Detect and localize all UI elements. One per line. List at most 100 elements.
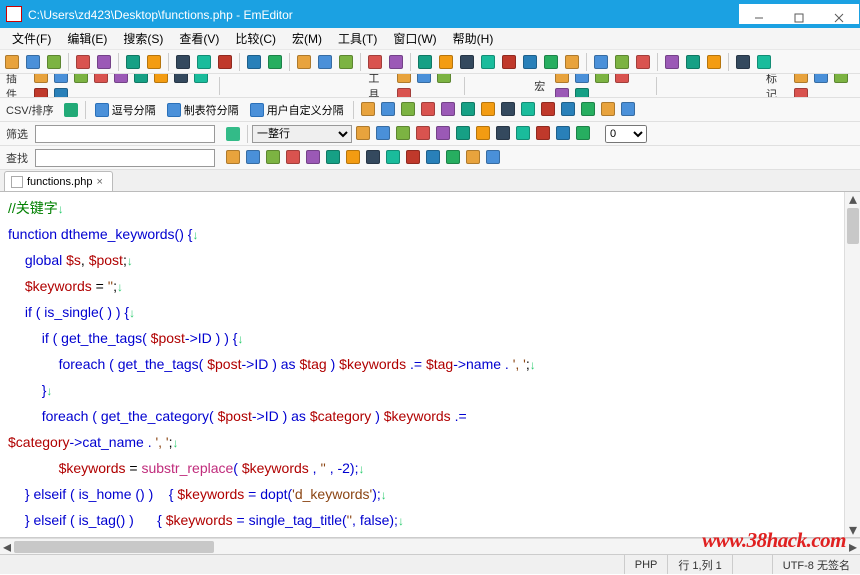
sort-s10-icon[interactable] bbox=[539, 100, 557, 118]
scroll-down-icon[interactable]: ▾ bbox=[845, 523, 860, 537]
main-open-icon[interactable] bbox=[45, 53, 63, 71]
filteropt-regex-icon[interactable] bbox=[394, 124, 412, 142]
menu-compare[interactable]: 比较(C) bbox=[227, 28, 284, 49]
main-play-step-icon[interactable] bbox=[734, 53, 752, 71]
find-go-icon[interactable] bbox=[224, 148, 242, 166]
main-find-prev-icon[interactable] bbox=[316, 53, 334, 71]
scroll-thumb-h[interactable] bbox=[14, 541, 214, 553]
sort-s11-icon[interactable] bbox=[559, 100, 577, 118]
sort-s3-icon[interactable] bbox=[399, 100, 417, 118]
main-play-icon[interactable] bbox=[705, 53, 723, 71]
tool-cmd-icon[interactable] bbox=[435, 74, 453, 85]
plugin-p10-icon[interactable] bbox=[32, 86, 50, 99]
close-button[interactable] bbox=[819, 4, 859, 32]
main-arrow-icon[interactable] bbox=[563, 53, 581, 71]
tool-ie-icon[interactable] bbox=[395, 74, 413, 85]
filter-go-icon[interactable] bbox=[224, 125, 242, 143]
main-save-icon[interactable] bbox=[74, 53, 92, 71]
scroll-up-icon[interactable]: ▴ bbox=[845, 192, 860, 206]
find-bulb-icon[interactable] bbox=[304, 148, 322, 166]
main-win3-icon[interactable] bbox=[437, 53, 455, 71]
filteropt-spot-icon[interactable] bbox=[554, 124, 572, 142]
csv-tab[interactable]: 制表符分隔 bbox=[163, 101, 243, 119]
csv-comma[interactable]: 逗号分隔 bbox=[91, 101, 160, 119]
main-find-icon[interactable] bbox=[266, 53, 284, 71]
mark-m3-icon[interactable] bbox=[832, 74, 850, 85]
menu-window[interactable]: 窗口(W) bbox=[385, 28, 444, 49]
sort-s8-icon[interactable] bbox=[499, 100, 517, 118]
mark-m1-icon[interactable] bbox=[792, 74, 810, 85]
maximize-button[interactable] bbox=[779, 4, 819, 32]
macro-refresh-icon[interactable] bbox=[573, 86, 591, 99]
find-up-icon[interactable] bbox=[264, 148, 282, 166]
mark-m4-icon[interactable] bbox=[792, 86, 810, 99]
find-w-icon[interactable] bbox=[424, 148, 442, 166]
main-redo-icon[interactable] bbox=[245, 53, 263, 71]
sort-s6-icon[interactable] bbox=[459, 100, 477, 118]
plugin-p1-icon[interactable] bbox=[32, 74, 50, 85]
main-preview-icon[interactable] bbox=[124, 53, 142, 71]
plugin-p11-icon[interactable] bbox=[52, 86, 70, 99]
menu-file[interactable]: 文件(F) bbox=[4, 28, 59, 49]
menu-edit[interactable]: 编辑(E) bbox=[59, 28, 115, 49]
tab-functions-php[interactable]: functions.php × bbox=[4, 171, 113, 191]
sort-s1-icon[interactable] bbox=[359, 100, 377, 118]
main-new-drop-icon[interactable] bbox=[24, 53, 42, 71]
sort-s7-icon[interactable] bbox=[479, 100, 497, 118]
main-cfg2-icon[interactable] bbox=[613, 53, 631, 71]
sort-s14-icon[interactable] bbox=[619, 100, 637, 118]
find-go2-icon[interactable] bbox=[444, 148, 462, 166]
find-next-icon[interactable] bbox=[484, 148, 502, 166]
main-print-icon[interactable] bbox=[95, 53, 113, 71]
sort-s13-icon[interactable] bbox=[599, 100, 617, 118]
main-wrap-icon[interactable] bbox=[542, 53, 560, 71]
find-n-icon[interactable] bbox=[404, 148, 422, 166]
sort-s4-icon[interactable] bbox=[419, 100, 437, 118]
macro-popup-icon[interactable] bbox=[553, 86, 571, 99]
scroll-thumb-v[interactable] bbox=[847, 208, 859, 244]
csv-user[interactable]: 用户自定义分隔 bbox=[246, 101, 348, 119]
filteropt-esc-icon[interactable] bbox=[414, 124, 432, 142]
plugin-p7-icon[interactable] bbox=[152, 74, 170, 85]
filteropt-n-icon[interactable] bbox=[434, 124, 452, 142]
find-regex-icon[interactable] bbox=[364, 148, 382, 166]
main-tile-icon[interactable] bbox=[521, 53, 539, 71]
main-cfg1-icon[interactable] bbox=[592, 53, 610, 71]
filter-count-select[interactable]: 0 bbox=[605, 125, 647, 143]
main-win6-icon[interactable] bbox=[500, 53, 518, 71]
tool-app-icon[interactable] bbox=[415, 74, 433, 85]
filter-scope-select[interactable]: 一整行 bbox=[252, 125, 352, 143]
filteropt-.?-icon[interactable] bbox=[374, 124, 392, 142]
macro-mplay-icon[interactable] bbox=[573, 74, 591, 85]
plugin-p4-icon[interactable] bbox=[92, 74, 110, 85]
main-paste-icon[interactable] bbox=[195, 53, 213, 71]
menu-help[interactable]: 帮助(H) bbox=[445, 28, 502, 49]
main-win5-icon[interactable] bbox=[479, 53, 497, 71]
sort-s9-icon[interactable] bbox=[519, 100, 537, 118]
filteropt-Aa-icon[interactable] bbox=[354, 124, 372, 142]
plugin-p9-icon[interactable] bbox=[192, 74, 210, 85]
menu-view[interactable]: 查看(V) bbox=[171, 28, 227, 49]
main-container-icon[interactable] bbox=[684, 53, 702, 71]
main-tool-icon[interactable] bbox=[755, 53, 773, 71]
find-esc-icon[interactable] bbox=[384, 148, 402, 166]
main-win2-icon[interactable] bbox=[416, 53, 434, 71]
find-down-icon[interactable] bbox=[284, 148, 302, 166]
main-filter-icon[interactable] bbox=[366, 53, 384, 71]
find-prev-icon[interactable] bbox=[464, 148, 482, 166]
sort-s12-icon[interactable] bbox=[579, 100, 597, 118]
menu-macro[interactable]: 宏(M) bbox=[284, 28, 330, 49]
scroll-right-icon[interactable]: ▸ bbox=[846, 539, 860, 554]
plugin-p6-icon[interactable] bbox=[132, 74, 150, 85]
find-.?-icon[interactable] bbox=[344, 148, 362, 166]
mark-m2-icon[interactable] bbox=[812, 74, 830, 85]
find-input[interactable] bbox=[35, 149, 215, 167]
main-replace-icon[interactable] bbox=[337, 53, 355, 71]
filteropt-filter-icon[interactable] bbox=[514, 124, 532, 142]
main-copy-icon[interactable] bbox=[174, 53, 192, 71]
sort-s5-icon[interactable] bbox=[439, 100, 457, 118]
find-Aa-icon[interactable] bbox=[324, 148, 342, 166]
code-editor[interactable]: //关键字↓ function dtheme_keywords() {↓ glo… bbox=[0, 192, 860, 538]
plugin-p5-icon[interactable] bbox=[112, 74, 130, 85]
main-find-next-icon[interactable] bbox=[295, 53, 313, 71]
